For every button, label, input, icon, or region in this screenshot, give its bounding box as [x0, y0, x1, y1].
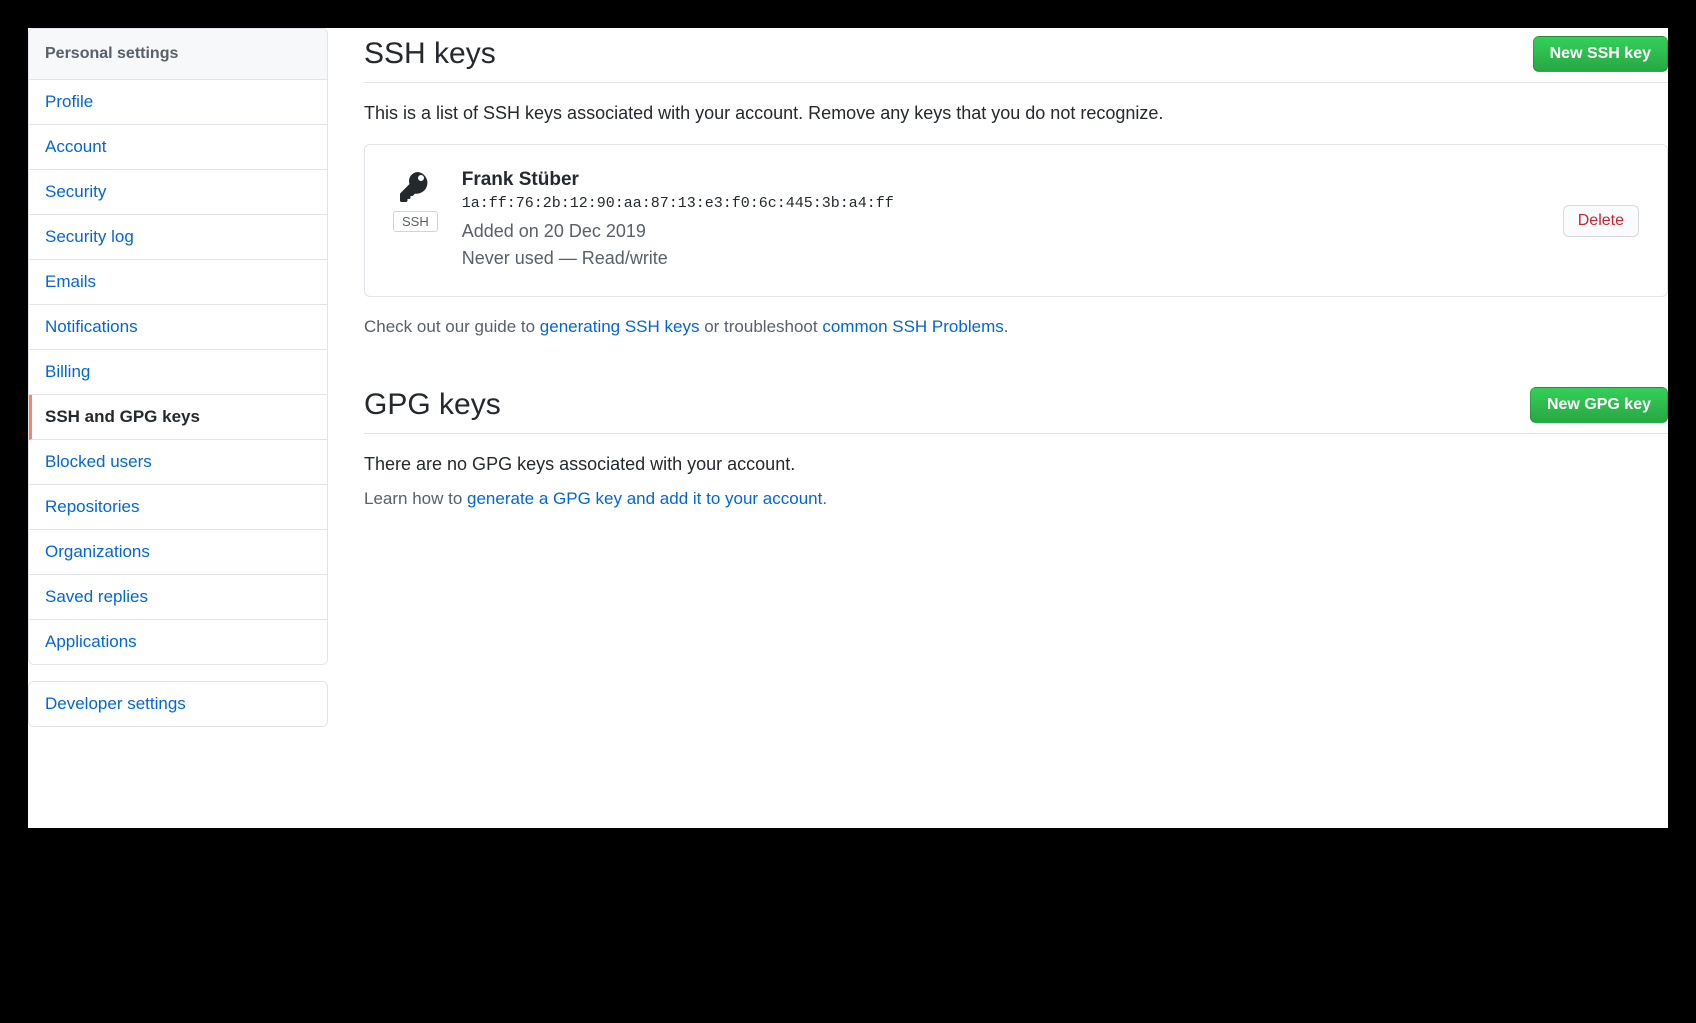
sidebar-item-notifications[interactable]: Notifications	[29, 305, 327, 350]
gpg-guide-text: Learn how to generate a GPG key and add …	[364, 489, 1668, 509]
sidebar-item-developer-settings[interactable]: Developer settings	[29, 682, 327, 726]
ssh-badge: SSH	[393, 211, 438, 232]
gpg-section-header: GPG keys New GPG key	[364, 387, 1668, 434]
new-ssh-key-button[interactable]: New SSH key	[1533, 36, 1668, 72]
common-ssh-problems-link[interactable]: common SSH Problems	[822, 317, 1003, 336]
ssh-key-added: Added on 20 Dec 2019	[462, 218, 1539, 245]
sidebar-item-security-log[interactable]: Security log	[29, 215, 327, 260]
new-gpg-key-button[interactable]: New GPG key	[1530, 387, 1668, 423]
sidebar-item-profile[interactable]: Profile	[29, 80, 327, 125]
sidebar-item-emails[interactable]: Emails	[29, 260, 327, 305]
gpg-description: There are no GPG keys associated with yo…	[364, 454, 1668, 475]
delete-ssh-key-button[interactable]: Delete	[1563, 205, 1639, 237]
ssh-key-status: Never used — Read/write	[462, 245, 1539, 272]
main-content: SSH keys New SSH key This is a list of S…	[328, 28, 1668, 828]
sidebar-item-billing[interactable]: Billing	[29, 350, 327, 395]
sidebar-item-repositories[interactable]: Repositories	[29, 485, 327, 530]
sidebar-item-saved-replies[interactable]: Saved replies	[29, 575, 327, 620]
generating-ssh-keys-link[interactable]: generating SSH keys	[540, 317, 700, 336]
generate-gpg-key-link[interactable]: generate a GPG key and add it to your ac…	[467, 489, 822, 508]
ssh-guide-text: Check out our guide to generating SSH ke…	[364, 317, 1668, 337]
sidebar-item-blocked-users[interactable]: Blocked users	[29, 440, 327, 485]
ssh-description: This is a list of SSH keys associated wi…	[364, 103, 1668, 124]
settings-sidebar: Personal settings Profile Account Securi…	[28, 28, 328, 828]
ssh-section-header: SSH keys New SSH key	[364, 36, 1668, 83]
sidebar-item-security[interactable]: Security	[29, 170, 327, 215]
gpg-guide-suffix: .	[822, 489, 827, 508]
developer-settings-menu: Developer settings	[28, 681, 328, 727]
gpg-keys-title: GPG keys	[364, 388, 501, 422]
sidebar-item-ssh-gpg-keys[interactable]: SSH and GPG keys	[29, 395, 327, 440]
ssh-key-icon-column: SSH	[393, 169, 438, 232]
ssh-guide-middle: or troubleshoot	[699, 317, 822, 336]
ssh-key-name: Frank Stüber	[462, 169, 1539, 191]
gpg-guide-prefix: Learn how to	[364, 489, 467, 508]
ssh-key-info: Frank Stüber 1a:ff:76:2b:12:90:aa:87:13:…	[462, 169, 1539, 272]
ssh-keys-title: SSH keys	[364, 37, 496, 71]
ssh-key-fingerprint: 1a:ff:76:2b:12:90:aa:87:13:e3:f0:6c:445:…	[462, 195, 1539, 212]
personal-settings-menu: Personal settings Profile Account Securi…	[28, 28, 328, 665]
key-icon	[397, 169, 433, 205]
ssh-guide-suffix: .	[1004, 317, 1009, 336]
ssh-guide-prefix: Check out our guide to	[364, 317, 540, 336]
sidebar-item-organizations[interactable]: Organizations	[29, 530, 327, 575]
ssh-key-entry: SSH Frank Stüber 1a:ff:76:2b:12:90:aa:87…	[364, 144, 1668, 297]
sidebar-item-applications[interactable]: Applications	[29, 620, 327, 664]
sidebar-item-account[interactable]: Account	[29, 125, 327, 170]
sidebar-header: Personal settings	[29, 29, 327, 80]
